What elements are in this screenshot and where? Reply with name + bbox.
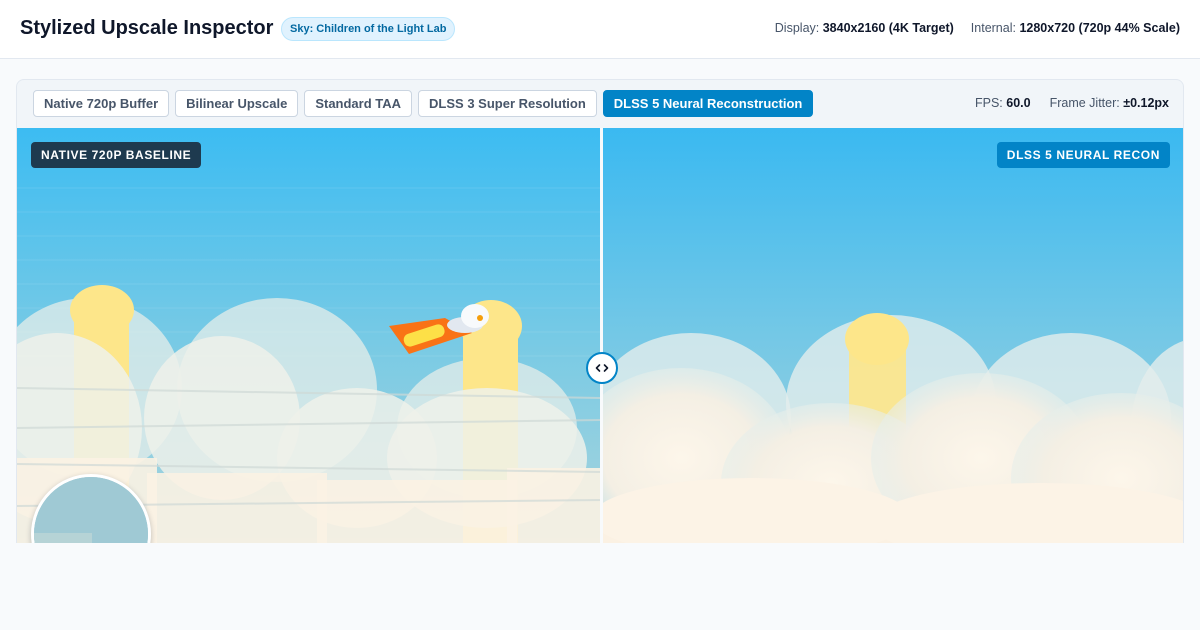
- jitter-label: Frame Jitter:: [1049, 96, 1120, 110]
- native-baseline-label: NATIVE 720P BASELINE: [31, 142, 202, 168]
- jitter-value: ±0.12px: [1123, 96, 1169, 110]
- inspector-toolbar: Native 720p Buffer Bilinear Upscale Stan…: [17, 80, 1183, 128]
- frame-metrics: FPS: 60.0 Frame Jitter: ±0.12px: [975, 96, 1169, 110]
- fps-label: FPS:: [974, 96, 1003, 110]
- fps-value: 60.0: [1006, 96, 1031, 110]
- tab-native-720p-buffer[interactable]: Native 720p Buffer: [33, 90, 170, 117]
- scene-context-badge: Sky: Children of the Light Lab: [281, 17, 456, 41]
- internal-value: 1280x720 (720p 44% Scale): [1019, 21, 1180, 35]
- display-label: Display:: [774, 21, 820, 35]
- resolution-info: Display: 3840x2160 (4K Target) Internal:…: [775, 21, 1180, 35]
- neural-recon-label: DLSS 5 NEURAL RECON: [996, 142, 1170, 168]
- app-title: Stylized Upscale Inspector: [20, 17, 274, 39]
- display-value: 3840x2160 (4K Target): [822, 21, 954, 35]
- internal-label: Internal:: [970, 21, 1016, 35]
- chevron-left-right-icon: [595, 364, 609, 372]
- top-bar: Stylized Upscale Inspector Sky: Children…: [0, 0, 1200, 59]
- comparison-viewport[interactable]: NATIVE 720P BASELINE DLSS 5 NEURAL RECON: [17, 128, 1183, 543]
- native-baseline-pane: NATIVE 720P BASELINE: [17, 128, 601, 543]
- upscaler-tabs: Native 720p Buffer Bilinear Upscale Stan…: [33, 90, 814, 117]
- neural-scene-render: [601, 128, 1183, 543]
- tab-bilinear-upscale[interactable]: Bilinear Upscale: [175, 90, 299, 117]
- tab-dlss3-super-resolution[interactable]: DLSS 3 Super Resolution: [418, 90, 597, 117]
- tab-standard-taa[interactable]: Standard TAA: [304, 90, 413, 117]
- inspector-panel: Native 720p Buffer Bilinear Upscale Stan…: [16, 79, 1184, 543]
- tab-dlss5-neural-reconstruction[interactable]: DLSS 5 Neural Reconstruction: [602, 90, 814, 117]
- neural-recon-pane: DLSS 5 NEURAL RECON: [601, 128, 1183, 543]
- split-divider[interactable]: [600, 128, 603, 543]
- split-slider-handle[interactable]: [586, 352, 618, 384]
